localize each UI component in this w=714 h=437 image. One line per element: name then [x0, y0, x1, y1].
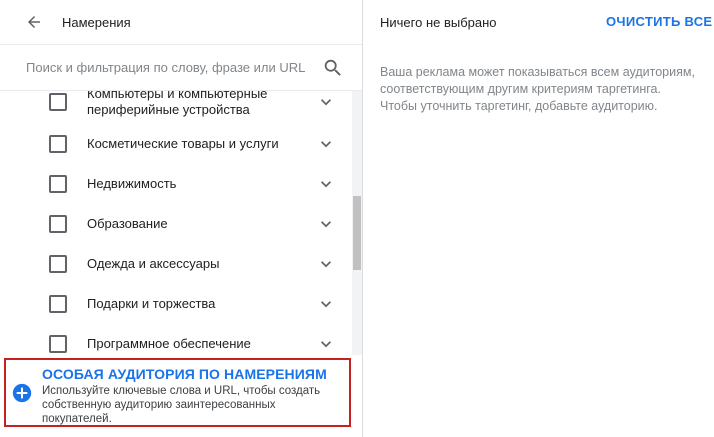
search-bar — [0, 45, 362, 91]
chevron-down-icon[interactable] — [316, 214, 336, 234]
list-item[interactable]: Программное обеспечение — [0, 324, 352, 355]
clear-all-button[interactable]: ОЧИСТИТЬ ВСЕ — [606, 14, 712, 29]
checkbox[interactable] — [49, 335, 67, 353]
selection-panel: Ничего не выбрано ОЧИСТИТЬ ВСЕ Ваша рекл… — [363, 0, 714, 437]
list-item[interactable]: Образование — [0, 204, 352, 244]
item-label: Программное обеспечение — [87, 336, 251, 351]
add-circle-icon[interactable] — [12, 383, 32, 403]
item-label: Недвижимость — [87, 176, 177, 191]
selection-info-text: Ваша реклама может показываться всем ауд… — [380, 65, 695, 113]
panel-title: Намерения — [62, 14, 131, 30]
chevron-down-icon[interactable] — [316, 334, 336, 354]
custom-intent-description: Используйте ключевые слова и URL, чтобы … — [42, 385, 321, 425]
item-label: Одежда и аксессуары — [87, 256, 220, 271]
selection-status: Ничего не выбрано — [380, 15, 497, 30]
list-item[interactable]: Подарки и торжества — [0, 284, 352, 324]
chevron-down-icon[interactable] — [316, 92, 336, 112]
checkbox[interactable] — [49, 135, 67, 153]
back-button[interactable] — [22, 10, 46, 34]
search-icon[interactable] — [322, 57, 344, 79]
scrollbar-thumb[interactable] — [353, 196, 361, 270]
checkbox[interactable] — [49, 295, 67, 313]
checkbox[interactable] — [49, 175, 67, 193]
item-label: Косметические товары и услуги — [87, 136, 279, 151]
intent-picker-panel: Намерения Компьютеры и компьютерные пери… — [0, 0, 363, 437]
arrow-back-icon — [28, 16, 40, 28]
item-label: Образование — [87, 216, 168, 231]
checkbox[interactable] — [49, 255, 67, 273]
chevron-down-icon[interactable] — [316, 294, 336, 314]
panel-header: Намерения — [0, 0, 362, 45]
chevron-down-icon[interactable] — [316, 254, 336, 274]
custom-intent-audience-button[interactable]: ОСОБАЯ АУДИТОРИЯ ПО НАМЕРЕНИЯМ Используй… — [4, 358, 351, 427]
list-item[interactable]: Компьютеры и компьютерные периферийные у… — [0, 91, 352, 124]
list-item[interactable]: Одежда и аксессуары — [0, 244, 352, 284]
checkbox[interactable] — [49, 92, 67, 111]
list-item[interactable]: Недвижимость — [0, 164, 352, 204]
checkbox[interactable] — [49, 215, 67, 233]
category-list: Компьютеры и компьютерные периферийные у… — [0, 91, 362, 355]
item-label: Подарки и торжества — [87, 296, 216, 311]
selection-header: Ничего не выбрано ОЧИСТИТЬ ВСЕ — [363, 0, 714, 45]
chevron-down-icon[interactable] — [316, 174, 336, 194]
chevron-down-icon[interactable] — [316, 134, 336, 154]
custom-intent-title[interactable]: ОСОБАЯ АУДИТОРИЯ ПО НАМЕРЕНИЯМ — [42, 366, 327, 382]
search-input[interactable] — [26, 60, 311, 75]
list-item[interactable]: Косметические товары и услуги — [0, 124, 352, 164]
item-label: Компьютеры и компьютерные периферийные у… — [87, 91, 268, 117]
